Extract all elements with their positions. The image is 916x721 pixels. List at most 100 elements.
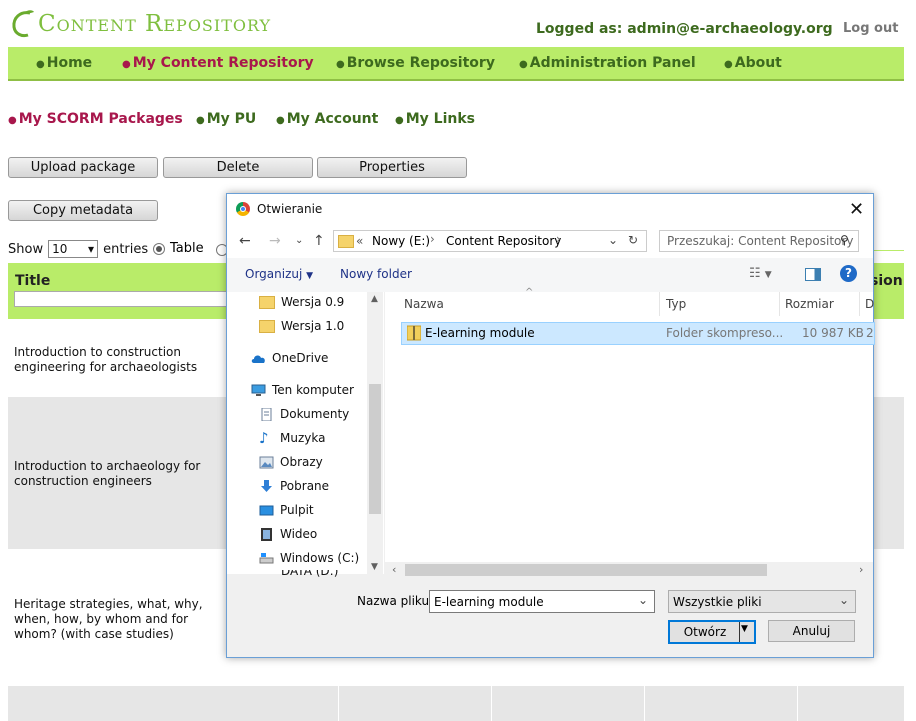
file-date: 2 <box>866 326 874 340</box>
column-name[interactable]: Nazwa <box>404 297 444 311</box>
filename-input[interactable]: E-learning module ⌄ <box>429 590 655 613</box>
filename-value: E-learning module <box>434 595 544 609</box>
delete-button[interactable]: Delete <box>163 157 313 178</box>
entries-select[interactable]: 10 ▾ <box>48 240 99 258</box>
file-type-filter-select[interactable]: Wszystkie pliki ⌄ <box>668 590 856 613</box>
address-dropdown-icon[interactable]: ⌄ <box>608 233 618 247</box>
subnav-my-links[interactable]: ● My Links <box>395 111 475 127</box>
file-row-e-learning-module[interactable]: E-learning module Folder skompreso... 10… <box>401 322 875 345</box>
file-list-hscrollbar[interactable]: ‹ › <box>385 562 873 578</box>
dropdown-arrow-icon[interactable]: ▼ <box>741 624 748 634</box>
refresh-icon[interactable]: ↻ <box>628 233 638 247</box>
subnav-my-pu-label: My PU <box>206 111 257 127</box>
sort-caret-icon: ^ <box>525 287 534 298</box>
view-radio-table[interactable]: Table <box>153 241 204 256</box>
scroll-down-icon[interactable]: ▼ <box>371 562 378 572</box>
tree-item-dokumenty[interactable]: Dokumenty <box>259 407 349 421</box>
tree-item-data-d[interactable]: DATA (D:) <box>281 570 338 578</box>
tree-item-ten-komputer[interactable]: Ten komputer <box>251 383 354 397</box>
address-drive[interactable]: Nowy (E:) <box>372 234 430 248</box>
subnav-my-account-label: My Account <box>286 111 379 127</box>
column-divider <box>859 292 860 316</box>
scroll-thumb[interactable] <box>369 384 381 514</box>
subnav-my-pu[interactable]: ● My PU <box>196 111 256 127</box>
search-placeholder: Przeszukaj: Content Repository <box>667 234 854 248</box>
tree-item-label: Dokumenty <box>280 407 350 421</box>
tree-item-wideo[interactable]: Wideo <box>259 527 317 541</box>
scroll-left-icon[interactable]: ‹ <box>392 563 396 576</box>
column-type[interactable]: Typ <box>666 297 686 311</box>
search-input[interactable]: Przeszukaj: Content Repository ⚲ <box>659 230 859 252</box>
tree-item-label: Obrazy <box>280 455 323 469</box>
column-version[interactable]: sion <box>870 273 903 289</box>
table-row[interactable] <box>8 686 904 721</box>
scroll-thumb[interactable] <box>405 564 767 576</box>
entries-select-value: 10 <box>52 242 68 256</box>
tree-item-pulpit[interactable]: Pulpit <box>259 503 314 517</box>
nav-browse-repository[interactable]: ● Browse Repository <box>336 55 495 71</box>
close-icon[interactable]: ✕ <box>849 199 864 220</box>
up-arrow-icon[interactable]: ↑ <box>313 233 325 249</box>
search-icon: ⚲ <box>840 233 849 247</box>
copy-metadata-button[interactable]: Copy metadata <box>8 200 158 221</box>
subnav-my-account[interactable]: ● My Account <box>276 111 378 127</box>
tree-item-label: OneDrive <box>272 351 329 365</box>
dialog-titlebar[interactable]: Otwieranie ✕ <box>227 194 873 224</box>
tree-item-windows-c[interactable]: Windows (C:) <box>259 551 359 565</box>
desktop-icon <box>259 505 274 515</box>
chevron-right-icon: › <box>430 232 435 246</box>
address-folder[interactable]: Content Repository <box>446 234 561 248</box>
view-table-label: Table <box>170 241 204 256</box>
back-arrow-icon[interactable]: ← <box>239 233 251 249</box>
download-icon <box>261 479 272 492</box>
row-title: Heritage strategies, what, why, when, ho… <box>14 597 203 641</box>
navigation-scrollbar[interactable]: ▲ ▼ <box>367 292 383 574</box>
folder-icon <box>259 319 275 333</box>
view-options-icon[interactable]: ☷ ▼ <box>749 266 772 281</box>
nav-my-content-repository[interactable]: ● My Content Repository <box>122 55 314 71</box>
upload-package-button[interactable]: Upload package <box>8 157 158 178</box>
tree-item-pobrane[interactable]: Pobrane <box>259 479 329 493</box>
recent-chevron-icon[interactable]: ⌄ <box>295 235 303 246</box>
file-type: Folder skompreso... <box>666 326 784 340</box>
address-row: ← → ⌄ ↑ « Nowy (E:) › Content Repository… <box>227 224 873 258</box>
picture-icon <box>259 456 274 468</box>
split-divider <box>739 622 740 642</box>
column-date[interactable]: D <box>865 297 874 311</box>
scroll-right-icon[interactable]: › <box>859 563 863 576</box>
tree-item-wersja-09[interactable]: Wersja 0.9 <box>259 295 344 309</box>
tree-item-onedrive[interactable]: OneDrive <box>251 351 328 365</box>
tree-item-wersja-10[interactable]: Wersja 1.0 <box>259 319 344 333</box>
tree-item-obrazy[interactable]: Obrazy <box>259 455 323 469</box>
open-button-label: Otwórz <box>683 625 727 639</box>
column-title[interactable]: Title <box>15 273 50 289</box>
organize-button[interactable]: Organizuj ▼ <box>245 267 313 281</box>
address-bar[interactable]: « Nowy (E:) › Content Repository › ⌄ ↻ <box>333 230 647 252</box>
leaf-logo-icon <box>12 10 34 38</box>
nav-administration-panel[interactable]: ● Administration Panel <box>519 55 696 71</box>
tree-item-muzyka[interactable]: ♪ Muzyka <box>259 430 325 445</box>
tree-item-label: Pulpit <box>280 503 314 517</box>
subnav-my-scorm-packages[interactable]: ● My SCORM Packages <box>8 111 183 127</box>
preview-pane-icon[interactable] <box>805 268 821 281</box>
site-logo[interactable]: Content Repository <box>10 6 271 42</box>
organize-label: Organizuj <box>245 267 303 281</box>
dropdown-arrow-icon[interactable]: ⌄ <box>638 593 648 607</box>
new-folder-button[interactable]: Nowy folder <box>340 267 412 281</box>
video-icon <box>261 527 272 541</box>
address-prefix: « <box>356 234 364 248</box>
properties-button[interactable]: Properties <box>317 157 467 178</box>
column-size[interactable]: Rozmiar <box>785 297 834 311</box>
nav-home[interactable]: ● Home <box>36 55 92 71</box>
cancel-button[interactable]: Anuluj <box>768 620 855 642</box>
dialog-title: Otwieranie <box>257 202 323 216</box>
file-type-filter-value: Wszystkie pliki <box>673 595 762 609</box>
nav-about[interactable]: ● About <box>724 55 782 71</box>
open-button[interactable]: Otwórz ▼ <box>668 620 756 644</box>
scroll-up-icon[interactable]: ▲ <box>371 294 378 304</box>
dropdown-arrow-icon: ▼ <box>306 271 314 281</box>
help-icon[interactable]: ? <box>840 265 857 282</box>
logout-link[interactable]: Log out <box>843 21 898 36</box>
forward-arrow-icon[interactable]: → <box>269 233 281 249</box>
tree-item-label: Wersja 0.9 <box>281 295 345 309</box>
